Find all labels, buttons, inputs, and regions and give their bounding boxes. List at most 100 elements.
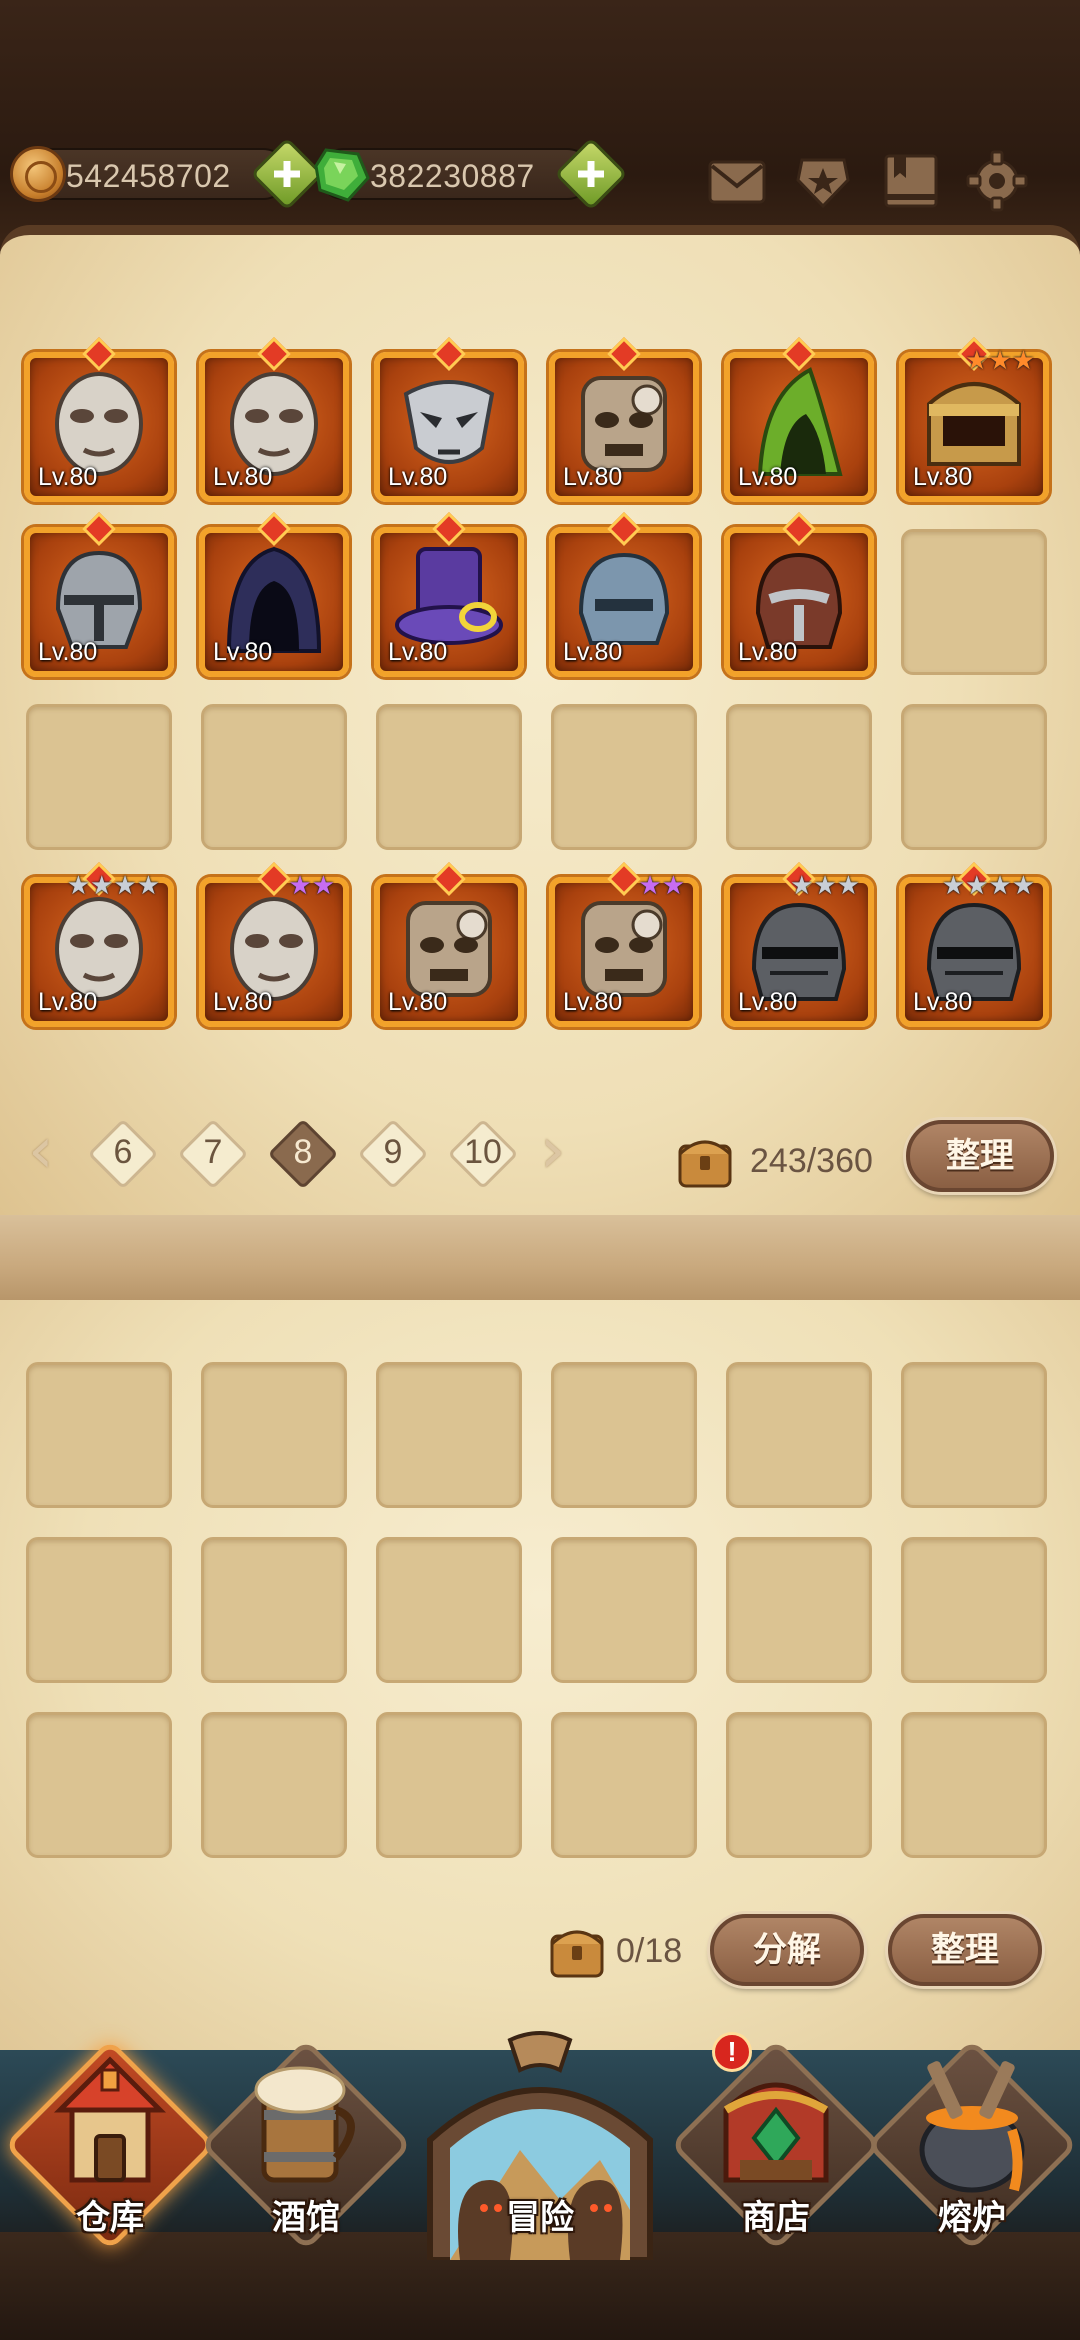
- item-level: Lv.80: [738, 988, 798, 1016]
- empty-slot[interactable]: [551, 704, 697, 850]
- empty-slot[interactable]: [376, 1362, 522, 1508]
- empty-slot[interactable]: [551, 1537, 697, 1683]
- equipment-slot[interactable]: Lv.80: [374, 527, 524, 677]
- empty-slot[interactable]: [551, 1362, 697, 1508]
- inventory-row: [24, 702, 1056, 852]
- equipment-slot[interactable]: Lv.80 ★ ★ ★ ★: [899, 873, 1049, 1027]
- inventory-pager: ‹ 6 7 8 9 10 ›: [28, 1115, 588, 1195]
- equipment-slot[interactable]: Lv.80 ★ ★ ★ ★: [24, 873, 174, 1027]
- empty-slot[interactable]: [26, 1362, 172, 1508]
- equipment-slot[interactable]: Lv.80: [374, 877, 524, 1027]
- page-10-button[interactable]: 10: [447, 1118, 519, 1190]
- equipment-slot[interactable]: Lv.80: [199, 527, 349, 677]
- star-icon: ★: [90, 871, 114, 901]
- equipment-slot[interactable]: Lv.80 ★ ★: [199, 873, 349, 1027]
- decompose-button[interactable]: 分解: [710, 1914, 864, 1986]
- top-bar: 542458702 382230887: [0, 0, 1080, 250]
- item-level: Lv.80: [913, 988, 973, 1016]
- empty-slot[interactable]: [376, 1537, 522, 1683]
- item-level: Lv.80: [388, 988, 448, 1016]
- empty-slot[interactable]: [376, 704, 522, 850]
- inventory-sort-button[interactable]: 整理: [906, 1120, 1054, 1192]
- item-level: Lv.80: [913, 463, 973, 491]
- star-icon: ★: [136, 871, 160, 901]
- equipment-slot[interactable]: Lv.80: [374, 352, 524, 502]
- empty-slot[interactable]: [901, 529, 1047, 675]
- page-7-button[interactable]: 7: [177, 1118, 249, 1190]
- equipment-slot[interactable]: Lv.80: [549, 352, 699, 502]
- page-8-button[interactable]: 8: [267, 1118, 339, 1190]
- add-gem-button[interactable]: [554, 137, 628, 211]
- mail-icon[interactable]: [706, 150, 768, 212]
- star-icon: ★: [288, 871, 312, 901]
- page-6-button[interactable]: 6: [87, 1118, 159, 1190]
- favorite-badge-icon[interactable]: [792, 150, 854, 212]
- equipment-slot[interactable]: Lv.80 ★ ★ ★: [899, 348, 1049, 502]
- empty-slot[interactable]: [901, 1537, 1047, 1683]
- equipment-slot[interactable]: Lv.80: [24, 527, 174, 677]
- page-9-button[interactable]: 9: [357, 1118, 429, 1190]
- page-label: 8: [293, 1133, 313, 1171]
- empty-slot[interactable]: [726, 1362, 872, 1508]
- empty-slot[interactable]: [901, 1712, 1047, 1858]
- equipment-slot[interactable]: Lv.80 ★ ★: [549, 873, 699, 1027]
- star-icon: ★: [941, 871, 966, 901]
- nav-warehouse[interactable]: 仓库: [3, 2030, 217, 2252]
- item-stars: ★ ★: [288, 873, 335, 899]
- inventory-row: Lv.80 Lv.80 Lv.80 Lv.80 Lv.80: [24, 527, 1056, 677]
- nav-furnace[interactable]: 熔炉: [865, 2030, 1079, 2252]
- next-page-arrow-icon[interactable]: ›: [540, 1115, 580, 1195]
- equipment-slot[interactable]: Lv.80: [724, 527, 874, 677]
- equipment-slot[interactable]: Lv.80: [724, 352, 874, 502]
- empty-slot[interactable]: [201, 1537, 347, 1683]
- empty-slot[interactable]: [551, 1712, 697, 1858]
- nav-label: 商店: [742, 2198, 810, 2238]
- inventory-capacity: 243/360: [750, 1142, 873, 1180]
- empty-slot[interactable]: [201, 1712, 347, 1858]
- item-stars: ★ ★ ★: [965, 348, 1035, 374]
- equipment-slot[interactable]: Lv.80: [24, 352, 174, 502]
- item-stars: ★ ★ ★ ★: [67, 873, 160, 899]
- empty-slot[interactable]: [901, 704, 1047, 850]
- star-icon: ★: [836, 871, 860, 901]
- empty-slot[interactable]: [26, 704, 172, 850]
- nav-tavern[interactable]: 酒馆: [199, 2030, 413, 2252]
- tavern-beer-icon: [254, 2066, 355, 2183]
- equipment-slot[interactable]: Lv.80: [199, 352, 349, 502]
- warehouse-icon: [53, 2056, 167, 2183]
- salvage-sort-button[interactable]: 整理: [888, 1914, 1042, 1986]
- item-level: Lv.80: [563, 463, 623, 491]
- item-level: Lv.80: [388, 463, 448, 491]
- equipment-slot[interactable]: Lv.80 ★ ★ ★: [724, 873, 874, 1027]
- settings-gear-icon[interactable]: [966, 150, 1028, 212]
- nav-label: 酒馆: [272, 2198, 340, 2238]
- empty-slot[interactable]: [726, 1537, 872, 1683]
- empty-slot[interactable]: [376, 1712, 522, 1858]
- star-icon: ★: [113, 871, 137, 901]
- item-level: Lv.80: [213, 638, 273, 666]
- empty-slot[interactable]: [201, 704, 347, 850]
- equipment-slot[interactable]: Lv.80: [549, 527, 699, 677]
- nav-label: 冒险: [506, 2198, 574, 2238]
- nav-shop[interactable]: 商店: [669, 2030, 883, 2252]
- empty-slot[interactable]: [201, 1362, 347, 1508]
- item-level: Lv.80: [738, 638, 798, 666]
- bookmark-icon[interactable]: [880, 150, 942, 212]
- page-label: 9: [383, 1133, 403, 1171]
- salvage-capacity: 0/18: [616, 1932, 683, 1970]
- prev-page-arrow-icon[interactable]: ‹: [28, 1115, 68, 1195]
- star-icon: ★: [965, 346, 989, 376]
- star-icon: ★: [813, 871, 837, 901]
- star-icon: ★: [988, 346, 1012, 376]
- nav-adventure[interactable]: 冒险: [410, 2030, 670, 2263]
- empty-slot[interactable]: [726, 704, 872, 850]
- empty-slot[interactable]: [901, 1362, 1047, 1508]
- item-level: Lv.80: [213, 463, 273, 491]
- furnace-icon: [919, 2061, 1025, 2193]
- empty-slot[interactable]: [726, 1712, 872, 1858]
- item-level: Lv.80: [563, 638, 623, 666]
- salvage-chest-icon: [550, 1930, 604, 1978]
- empty-slot[interactable]: [26, 1712, 172, 1858]
- star-icon: ★: [638, 871, 662, 901]
- empty-slot[interactable]: [26, 1537, 172, 1683]
